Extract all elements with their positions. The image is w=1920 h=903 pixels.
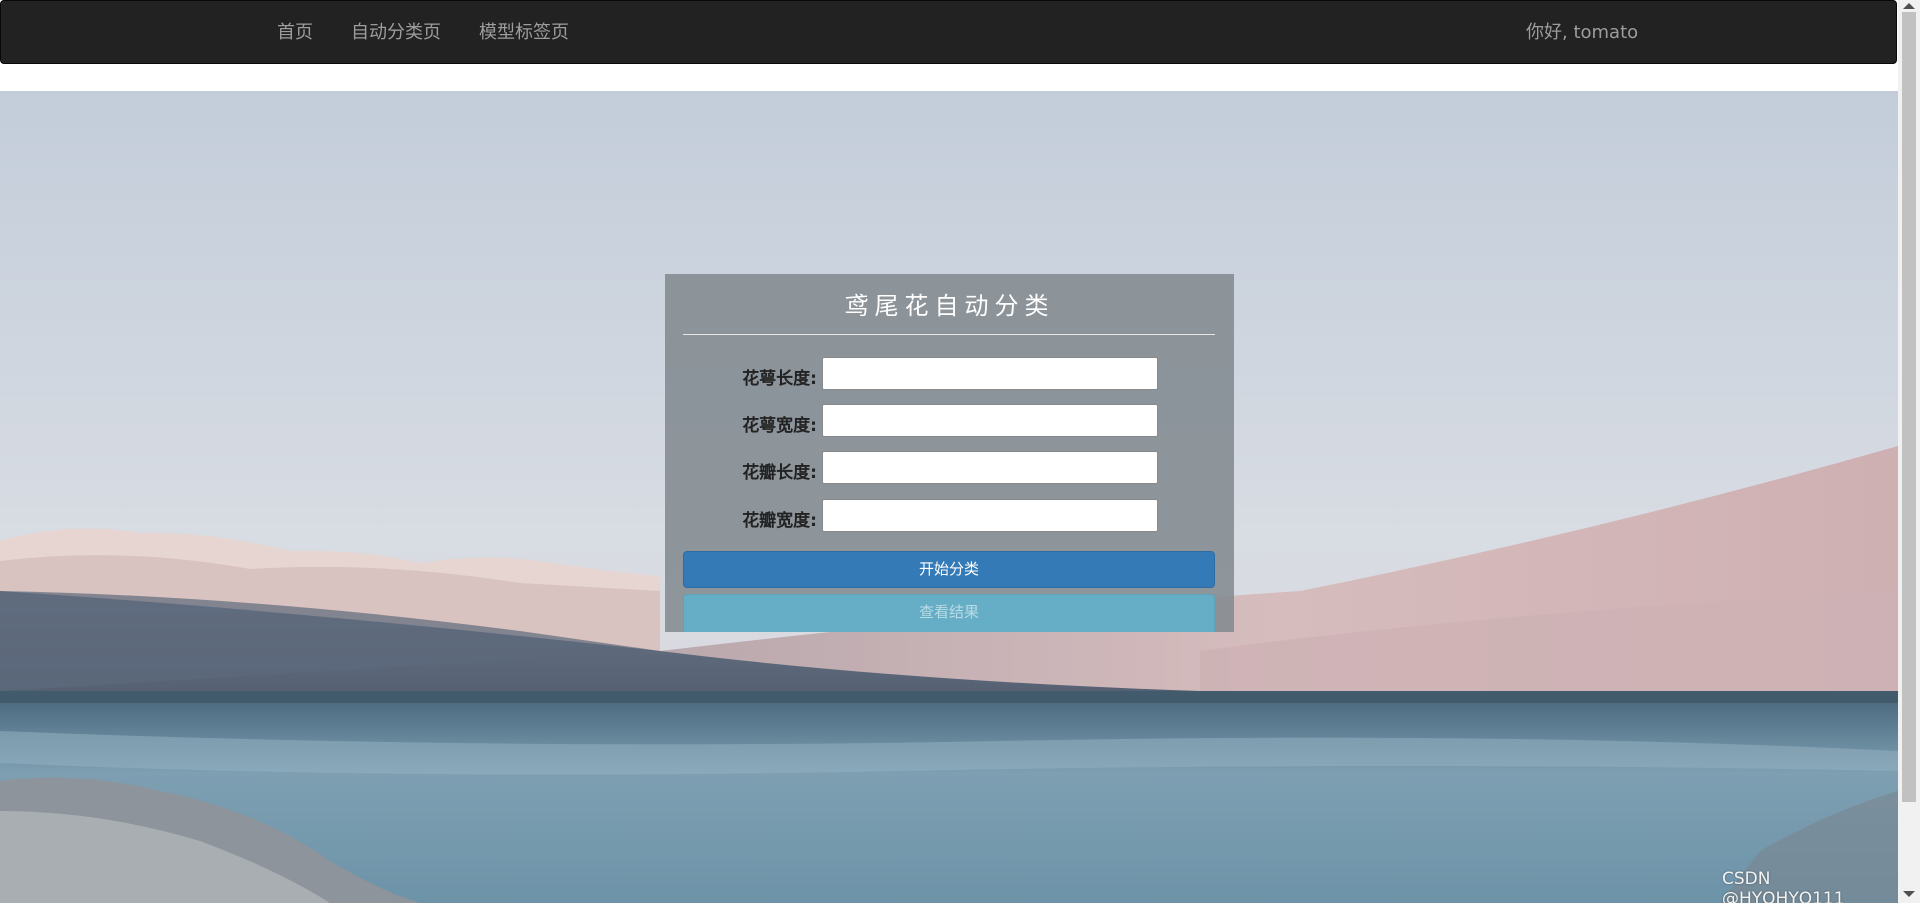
field-row-petal-length: 花瓣长度: bbox=[665, 451, 1234, 485]
csdn-watermark: CSDN @HYQHYQ111 bbox=[1722, 869, 1845, 903]
scroll-down-arrow-icon[interactable] bbox=[1903, 891, 1915, 897]
field-row-sepal-width: 花萼宽度: bbox=[665, 404, 1234, 438]
petal-width-label: 花瓣宽度: bbox=[742, 511, 817, 531]
field-row-petal-width: 花瓣宽度: bbox=[665, 499, 1234, 533]
nav-links: 首页 自动分类页 模型标签页 bbox=[258, 1, 588, 65]
browser-viewport: 首页 自动分类页 模型标签页 你好, tomato 鸢尾花自动分类 花萼长度: … bbox=[0, 0, 1898, 903]
form-title: 鸢尾花自动分类 bbox=[844, 292, 1055, 320]
petal-width-input[interactable] bbox=[822, 499, 1158, 532]
start-classify-button[interactable]: 开始分类 bbox=[683, 551, 1215, 588]
scroll-up-arrow-icon[interactable] bbox=[1903, 3, 1915, 9]
user-greeting: 你好, tomato bbox=[1526, 22, 1639, 43]
nav-link-model-labels[interactable]: 模型标签页 bbox=[460, 1, 588, 65]
nav-link-home[interactable]: 首页 bbox=[258, 1, 332, 65]
top-navbar: 首页 自动分类页 模型标签页 你好, tomato bbox=[0, 0, 1897, 64]
nav-link-auto-classify[interactable]: 自动分类页 bbox=[332, 1, 460, 65]
title-divider bbox=[683, 334, 1215, 335]
petal-length-input[interactable] bbox=[822, 451, 1158, 484]
sepal-width-input[interactable] bbox=[822, 404, 1158, 437]
sepal-length-input[interactable] bbox=[822, 357, 1158, 390]
vertical-scrollbar[interactable] bbox=[1898, 0, 1920, 903]
petal-length-label: 花瓣长度: bbox=[742, 463, 817, 483]
scrollbar-thumb[interactable] bbox=[1902, 12, 1916, 802]
classification-form-panel: 鸢尾花自动分类 花萼长度: 花萼宽度: 花瓣长度: 花瓣宽度: 开始分类 查看结… bbox=[665, 274, 1234, 632]
sepal-width-label: 花萼宽度: bbox=[742, 416, 817, 436]
field-row-sepal-length: 花萼长度: bbox=[665, 357, 1234, 391]
view-result-button[interactable]: 查看结果 bbox=[683, 594, 1215, 632]
sepal-length-label: 花萼长度: bbox=[742, 369, 817, 389]
